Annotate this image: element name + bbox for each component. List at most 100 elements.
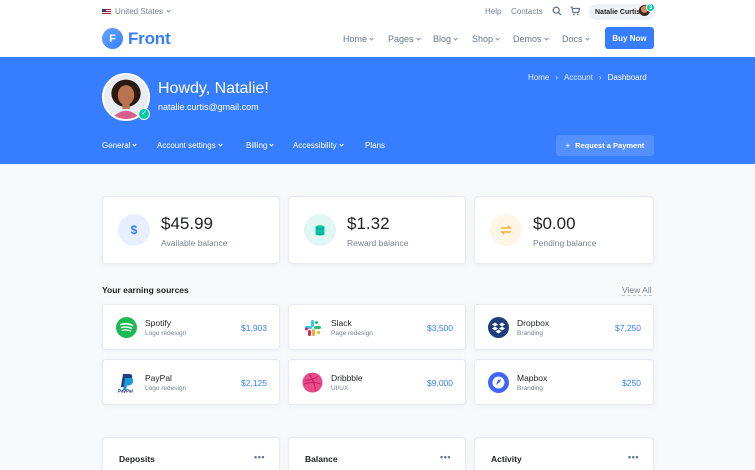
nav-home[interactable]: Home [343, 34, 374, 44]
balance-amount: $45.99 [161, 214, 213, 233]
source-name: Dropbox [517, 318, 550, 328]
nav-label: Docs [562, 34, 583, 44]
main-navbar: F Front Home Pages Blog Shop Demos Docs … [0, 26, 755, 57]
swap-icon [490, 214, 522, 246]
chevron-down-icon [369, 35, 374, 41]
card-title: Balance [305, 454, 338, 464]
balance-card: Balance ••• [288, 437, 466, 470]
breadcrumb-dashboard: Dashboard [607, 73, 647, 82]
nav-label: Shop [472, 34, 494, 44]
source-description: Page redesign [331, 330, 373, 337]
card-title: Activity [491, 454, 522, 464]
source-amount: $9,000 [427, 378, 453, 388]
balance-label: Available balance [161, 238, 228, 248]
slack-icon [302, 317, 323, 338]
search-icon[interactable] [552, 6, 562, 16]
spotify-icon [116, 317, 137, 338]
user-name: Natalie Curtis [595, 8, 641, 16]
brand-name: Front [128, 28, 171, 48]
source-description: Branding [517, 330, 544, 337]
earning-source-dropbox[interactable]: Dropbox Branding $7,250 [474, 304, 654, 350]
tab-label: Account settings [157, 141, 216, 150]
source-description: Logo redesign [145, 330, 187, 337]
source-name: Dribbble [331, 373, 363, 383]
tab-general[interactable]: General [102, 141, 138, 150]
source-description: UI/UX [331, 385, 349, 392]
view-all-link[interactable]: View All [622, 285, 652, 296]
nav-label: Demos [513, 34, 542, 44]
chevron-down-icon [132, 142, 138, 147]
source-name: PayPal [145, 373, 172, 383]
balance-amount: $0.00 [533, 214, 576, 233]
source-amount: $7,250 [615, 323, 641, 333]
more-options-icon[interactable]: ••• [628, 452, 639, 462]
nav-docs[interactable]: Docs [562, 34, 590, 44]
tab-accessibility[interactable]: Accessibility [293, 141, 344, 150]
request-payment-button[interactable]: + Request a Payment [556, 135, 654, 156]
language-selector[interactable]: United States [102, 7, 171, 16]
account-hero: ✓ Howdy, Natalie! natalie.curtis@gmail.c… [0, 57, 755, 164]
coins-icon [304, 214, 336, 246]
plus-icon: + [565, 141, 571, 150]
more-options-icon[interactable]: ••• [440, 452, 451, 462]
chevron-down-icon [218, 142, 223, 147]
breadcrumb: Home › Account › Dashboard [528, 73, 647, 82]
chevron-down-icon [543, 35, 549, 41]
dropbox-icon [488, 317, 509, 338]
activity-card: Activity ••• [474, 437, 654, 470]
balance-amount: $1.32 [347, 214, 390, 233]
cart-icon[interactable] [570, 6, 580, 16]
nav-shop[interactable]: Shop [472, 34, 500, 44]
user-email: natalie.curtis@gmail.com [158, 102, 259, 112]
earning-sources-title: Your earning sources [102, 285, 189, 295]
paypal-icon: PayPal [116, 372, 137, 393]
earning-source-mapbox[interactable]: Mapbox Branding $250 [474, 359, 654, 405]
earning-source-paypal[interactable]: PayPal PayPal Logo redesign $2,125 [102, 359, 280, 405]
nav-demos[interactable]: Demos [513, 34, 549, 44]
balance-label: Pending balance [533, 238, 597, 248]
contacts-link[interactable]: Contacts [511, 7, 543, 16]
nav-label: Home [343, 34, 368, 44]
nav-blog[interactable]: Blog [433, 34, 458, 44]
help-link[interactable]: Help [485, 7, 501, 16]
breadcrumb-account[interactable]: Account [564, 73, 593, 82]
deposits-card: Deposits ••• [102, 437, 280, 470]
chevron-down-icon [495, 35, 500, 41]
chevron-down-icon [415, 35, 421, 41]
tab-plans[interactable]: Plans [365, 141, 385, 150]
top-bar: United States Help Contacts Natalie Curt… [0, 0, 755, 26]
earning-source-spotify[interactable]: Spotify Logo redesign $1,903 [102, 304, 280, 350]
chevron-down-icon [338, 142, 344, 147]
brand-logo[interactable]: F Front [102, 28, 171, 49]
tab-billing[interactable]: Billing [246, 141, 274, 150]
earning-source-dribbble[interactable]: Dribbble UI/UX $9,000 [288, 359, 466, 405]
mapbox-icon [488, 372, 509, 393]
verified-check-icon: ✓ [138, 108, 150, 120]
us-flag-icon [102, 8, 111, 15]
nav-label: Blog [433, 34, 452, 44]
buy-now-button[interactable]: Buy Now [605, 27, 654, 49]
chevron-down-icon [453, 35, 458, 41]
dribbble-icon [302, 372, 323, 393]
tab-label: General [102, 141, 131, 150]
tab-label: Accessibility [293, 141, 337, 150]
tab-label: Billing [246, 141, 268, 150]
chevron-down-icon [166, 8, 171, 13]
chevron-down-icon [584, 35, 590, 41]
balance-label: Reward balance [347, 238, 409, 248]
notification-badge: 3 [646, 3, 655, 12]
source-description: Branding [517, 385, 544, 392]
source-amount: $250 [622, 378, 641, 388]
breadcrumb-home[interactable]: Home [528, 73, 549, 82]
request-payment-label: Request a Payment [575, 141, 645, 150]
more-options-icon[interactable]: ••• [254, 452, 265, 462]
tab-label: Plans [365, 141, 386, 150]
tab-account-settings[interactable]: Account settings [157, 141, 223, 150]
nav-label: Pages [388, 34, 414, 44]
nav-pages[interactable]: Pages [388, 34, 421, 44]
svg-text:PayPal: PayPal [118, 389, 134, 394]
source-amount: $2,125 [241, 378, 267, 388]
earning-source-slack[interactable]: Slack Page redesign $3,500 [288, 304, 466, 350]
chevron-down-icon [269, 142, 274, 147]
card-title: Deposits [119, 454, 155, 464]
